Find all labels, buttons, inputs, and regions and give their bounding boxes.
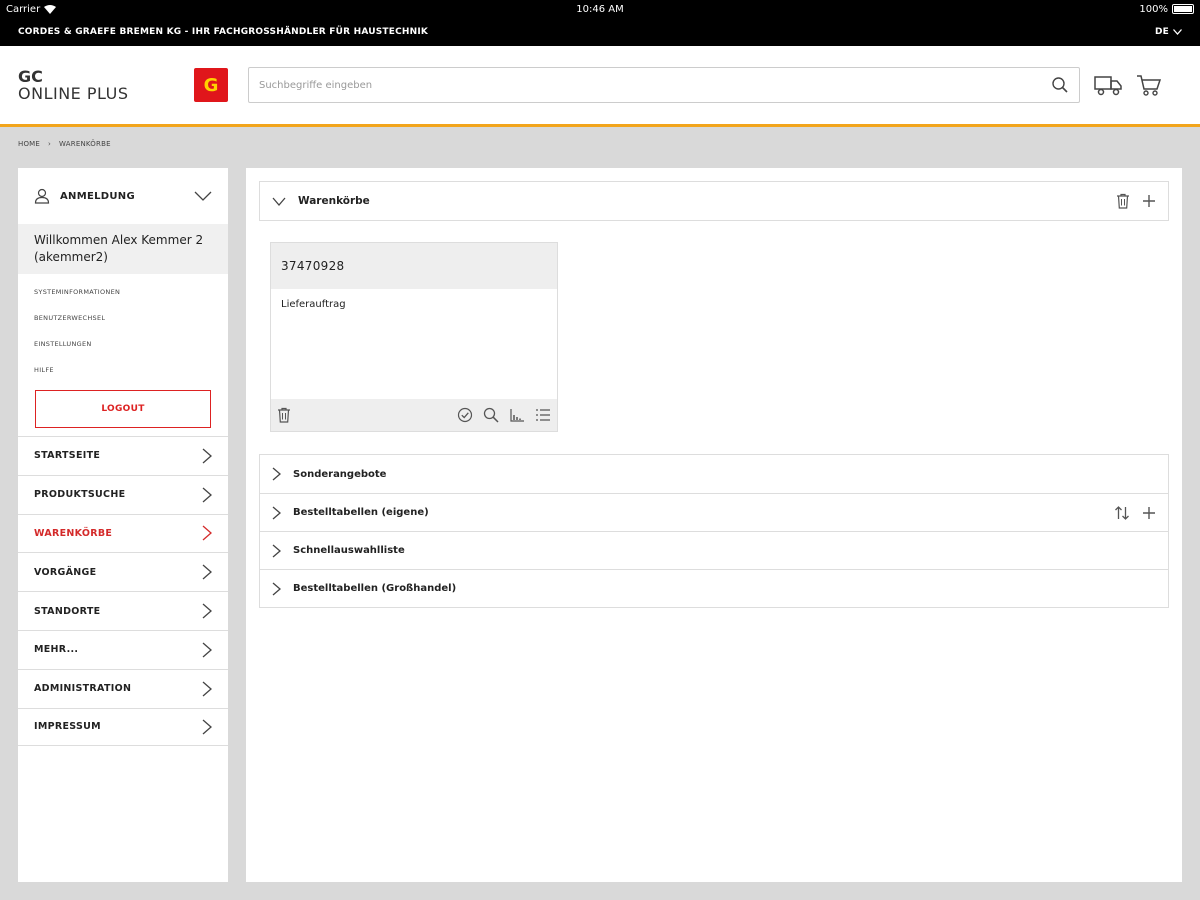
company-bar: CORDES & GRAEFE BREMEN KG - IHR FACHGROS…: [0, 18, 1200, 46]
battery-percent: 100%: [1139, 3, 1168, 15]
sidebar-item-label: IMPRESSUM: [34, 721, 101, 733]
sidebar-item-label: WARENKÖRBE: [34, 527, 113, 539]
sidebar-item-standorte[interactable]: STANDORTE: [18, 591, 228, 630]
battery-icon: [1172, 4, 1194, 14]
chevron-right-icon: [202, 719, 212, 735]
sidebar-item-label: ADMINISTRATION: [34, 683, 132, 695]
chevron-right-icon: [272, 506, 281, 520]
accordion-list: Sonderangebote Bestelltabellen (eigene) …: [259, 454, 1169, 608]
check-circle-icon[interactable]: [457, 407, 473, 423]
trash-icon[interactable]: [1116, 193, 1130, 209]
carrier-label: Carrier: [6, 3, 41, 15]
brand-line-2: ONLINE PLUS: [18, 84, 129, 103]
sidebar-item-label: PRODUKTSUCHE: [34, 489, 126, 501]
accordion-label: Bestelltabellen (eigene): [293, 507, 429, 518]
accordion-label: Schnellauswahlliste: [293, 545, 405, 556]
search-box: [248, 67, 1080, 103]
search-icon[interactable]: [483, 407, 499, 423]
header: GC ONLINE PLUS G: [0, 46, 1200, 124]
accordion-label: Sonderangebote: [293, 468, 387, 480]
search-icon[interactable]: [1051, 76, 1069, 94]
sidebar: ANMELDUNG Willkommen Alex Kemmer 2 (akem…: [18, 168, 228, 882]
link-systeminformationen[interactable]: SYSTEMINFORMATIONEN: [34, 282, 212, 308]
sidebar-item-label: VORGÄNGE: [34, 566, 97, 578]
language-label: DE: [1154, 27, 1169, 37]
accent-divider: [0, 124, 1200, 127]
cart-card-toolbar: [271, 399, 557, 431]
link-hilfe[interactable]: HILFE: [34, 360, 212, 386]
chevron-right-icon: [202, 564, 212, 580]
welcome-text: Willkommen Alex Kemmer 2 (akemmer2): [18, 224, 228, 274]
truck-icon[interactable]: [1094, 73, 1122, 97]
sort-arrows-icon[interactable]: [1114, 505, 1130, 521]
main-content: Warenkörbe 37470928 Lieferauftrag Sonder…: [246, 168, 1182, 882]
accordion-bestelltabellen-eigene[interactable]: Bestelltabellen (eigene): [260, 493, 1168, 531]
sidebar-item-impressum[interactable]: IMPRESSUM: [18, 707, 228, 747]
cart-type: Lieferauftrag: [281, 299, 346, 310]
sidebar-item-startseite[interactable]: STARTSEITE: [18, 436, 228, 475]
accordion-label: Warenkörbe: [298, 195, 370, 207]
logo-letter: G: [203, 74, 219, 96]
sidebar-item-mehr[interactable]: MEHR...: [18, 629, 228, 669]
accordion-sonderangebote[interactable]: Sonderangebote: [260, 455, 1168, 493]
list-icon[interactable]: [535, 407, 551, 423]
chevron-right-icon: [202, 681, 212, 697]
breadcrumb-current: WARENKÖRBE: [59, 140, 111, 148]
accordion-label: Bestelltabellen (Großhandel): [293, 583, 457, 594]
sort-icon[interactable]: [509, 407, 525, 423]
chevron-right-icon: [202, 525, 212, 541]
user-icon: [34, 188, 50, 204]
accordion-bestelltabellen-grosshandel[interactable]: Bestelltabellen (Großhandel): [260, 569, 1168, 607]
cart-card[interactable]: 37470928 Lieferauftrag: [270, 242, 558, 432]
sidebar-item-warenkoerbe[interactable]: WARENKÖRBE: [18, 513, 228, 553]
brand-logo[interactable]: GC ONLINE PLUS: [18, 68, 129, 102]
cart-icon[interactable]: [1136, 73, 1162, 97]
breadcrumb-separator: ›: [48, 140, 52, 148]
sidebar-item-vorgaenge[interactable]: VORGÄNGE: [18, 552, 228, 591]
chevron-down-icon: [1173, 29, 1182, 35]
chevron-right-icon: [202, 642, 212, 658]
trash-icon[interactable]: [277, 407, 291, 423]
brand-line-1: GC: [18, 67, 43, 86]
language-selector[interactable]: DE: [1155, 27, 1182, 37]
chevron-right-icon: [202, 487, 212, 503]
chevron-right-icon: [272, 544, 281, 558]
clock: 10:46 AM: [576, 3, 624, 15]
login-label: ANMELDUNG: [60, 190, 135, 202]
wifi-icon: [44, 4, 57, 14]
accordion-schnellauswahlliste[interactable]: Schnellauswahlliste: [260, 531, 1168, 569]
accordion-warenkoerbe[interactable]: Warenkörbe: [259, 181, 1169, 221]
login-toggle[interactable]: ANMELDUNG: [18, 168, 228, 224]
chevron-down-icon: [272, 197, 286, 206]
sidebar-item-administration[interactable]: ADMINISTRATION: [18, 668, 228, 708]
plus-icon[interactable]: [1142, 194, 1156, 208]
link-einstellungen[interactable]: EINSTELLUNGEN: [34, 334, 212, 360]
breadcrumb-home[interactable]: HOME: [18, 140, 40, 148]
sidebar-item-label: STARTSEITE: [34, 450, 101, 462]
plus-icon[interactable]: [1142, 506, 1156, 520]
breadcrumb: HOME › WARENKÖRBE: [18, 140, 111, 148]
company-logo[interactable]: G: [194, 68, 228, 102]
search-input[interactable]: [259, 79, 1051, 91]
status-bar: Carrier 10:46 AM 100%: [0, 0, 1200, 18]
chevron-right-icon: [272, 467, 281, 481]
chevron-right-icon: [202, 448, 212, 464]
sidebar-item-label: STANDORTE: [34, 605, 101, 617]
company-title: CORDES & GRAEFE BREMEN KG - IHR FACHGROS…: [18, 27, 429, 37]
chevron-right-icon: [202, 603, 212, 619]
chevron-right-icon: [272, 582, 281, 596]
sidebar-item-produktsuche[interactable]: PRODUKTSUCHE: [18, 474, 228, 514]
logout-button[interactable]: LOGOUT: [35, 390, 211, 428]
link-benutzerwechsel[interactable]: BENUTZERWECHSEL: [34, 308, 212, 334]
account-links: SYSTEMINFORMATIONEN BENUTZERWECHSEL EINS…: [18, 274, 228, 386]
cart-number: 37470928: [271, 243, 557, 289]
chevron-down-icon: [194, 191, 212, 201]
sidebar-item-label: MEHR...: [34, 644, 79, 656]
